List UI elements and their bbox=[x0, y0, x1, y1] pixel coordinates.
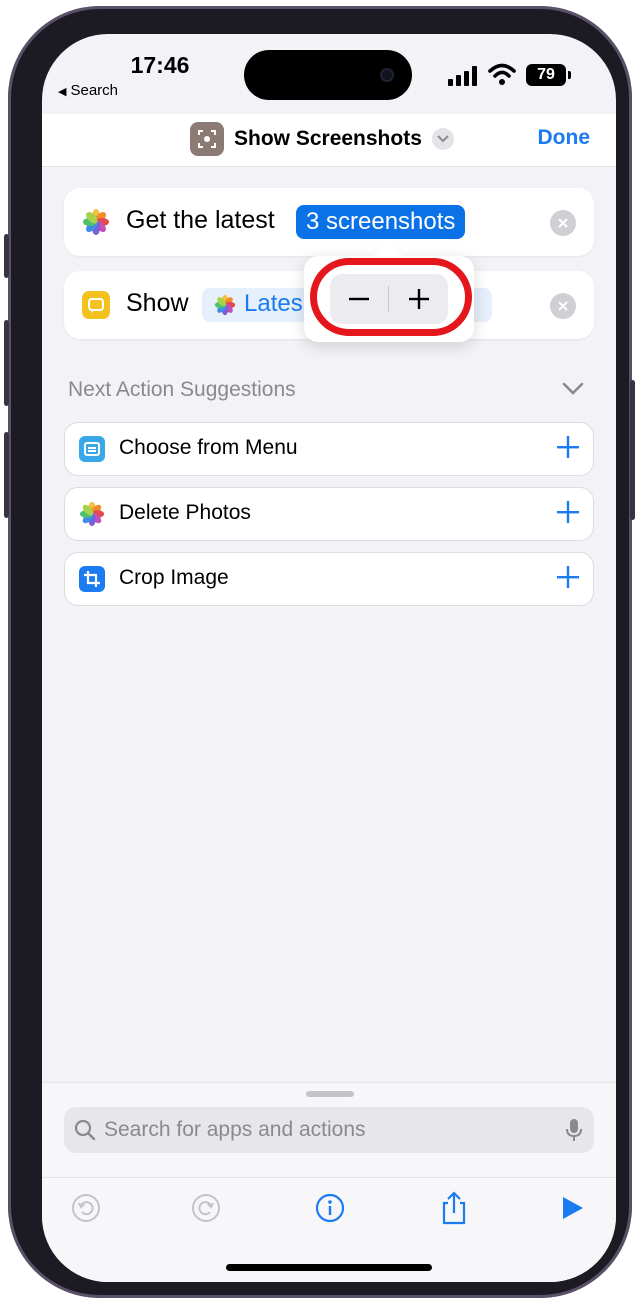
photos-icon bbox=[79, 501, 105, 527]
play-icon bbox=[563, 1197, 583, 1219]
editor-toolbar bbox=[42, 1177, 616, 1238]
undo-button[interactable] bbox=[68, 1190, 104, 1226]
photos-icon bbox=[83, 209, 109, 235]
screen: 17:46 ◀ Search 79 Show Screenshots Done … bbox=[42, 34, 616, 1282]
collapse-chevron-icon[interactable] bbox=[562, 382, 584, 396]
redo-button[interactable] bbox=[188, 1190, 224, 1226]
search-input[interactable]: Search for apps and actions bbox=[64, 1107, 594, 1153]
screenshot-shortcut-icon bbox=[190, 122, 224, 156]
photos-icon bbox=[214, 294, 236, 316]
remove-action-icon[interactable] bbox=[550, 210, 576, 236]
power-button bbox=[630, 380, 635, 520]
page-title: Show Screenshots bbox=[234, 127, 422, 150]
suggestion-crop-image[interactable]: Crop Image bbox=[64, 552, 594, 606]
back-arrow-icon: ◀ bbox=[58, 86, 67, 98]
highlight-circle bbox=[310, 258, 472, 336]
crop-icon bbox=[79, 566, 105, 592]
search-icon bbox=[74, 1119, 96, 1141]
action-button bbox=[4, 234, 9, 278]
camera-icon bbox=[380, 68, 394, 82]
add-icon[interactable] bbox=[557, 566, 579, 588]
screenshot-count-chip[interactable]: 3 screenshots bbox=[296, 205, 466, 239]
share-icon bbox=[442, 1191, 466, 1225]
chevron-down-icon[interactable] bbox=[431, 128, 454, 150]
suggestion-delete-photos[interactable]: Delete Photos bbox=[64, 487, 594, 541]
add-icon[interactable] bbox=[557, 436, 579, 458]
action-label: Show bbox=[126, 289, 189, 317]
variable-label: Lates bbox=[244, 290, 303, 317]
undo-icon bbox=[72, 1194, 100, 1222]
search-placeholder: Search for apps and actions bbox=[104, 1118, 366, 1141]
dynamic-island bbox=[244, 50, 412, 100]
navigation-bar: Show Screenshots Done bbox=[42, 114, 616, 167]
add-icon[interactable] bbox=[557, 501, 579, 523]
microphone-icon[interactable] bbox=[566, 1118, 582, 1142]
back-to-search[interactable]: ◀ Search bbox=[58, 82, 118, 99]
run-button[interactable] bbox=[554, 1190, 590, 1226]
info-button[interactable] bbox=[312, 1190, 348, 1226]
show-result-icon bbox=[82, 291, 110, 319]
suggestions-header: Next Action Suggestions bbox=[68, 378, 296, 401]
volume-down-button bbox=[4, 432, 9, 518]
battery-level: 79 bbox=[537, 66, 555, 83]
action-search-sheet: Search for apps and actions bbox=[42, 1082, 616, 1282]
sheet-grabber[interactable] bbox=[306, 1091, 354, 1097]
action-label: Get the latest bbox=[126, 206, 275, 234]
cellular-signal-icon bbox=[448, 66, 477, 86]
wifi-icon bbox=[488, 63, 516, 85]
share-button[interactable] bbox=[436, 1190, 472, 1226]
back-label: Search bbox=[70, 82, 118, 99]
status-time: 17:46 bbox=[130, 52, 190, 78]
redo-icon bbox=[192, 1194, 220, 1222]
done-button[interactable]: Done bbox=[538, 126, 591, 150]
suggestion-label: Choose from Menu bbox=[119, 436, 298, 459]
home-indicator[interactable] bbox=[226, 1264, 432, 1271]
battery-icon: 79 bbox=[526, 64, 571, 86]
remove-action-icon[interactable] bbox=[550, 293, 576, 319]
suggestion-label: Delete Photos bbox=[119, 501, 251, 524]
info-icon bbox=[315, 1193, 345, 1223]
suggestion-label: Crop Image bbox=[119, 566, 229, 589]
suggestion-choose-from-menu[interactable]: Choose from Menu bbox=[64, 422, 594, 476]
shortcut-title-menu[interactable]: Show Screenshots bbox=[190, 122, 454, 156]
menu-icon bbox=[79, 436, 105, 462]
volume-up-button bbox=[4, 320, 9, 406]
phone-frame: 17:46 ◀ Search 79 Show Screenshots Done … bbox=[4, 6, 635, 1298]
action-get-latest-screenshots[interactable]: Get the latest 3 screenshots bbox=[64, 188, 594, 256]
